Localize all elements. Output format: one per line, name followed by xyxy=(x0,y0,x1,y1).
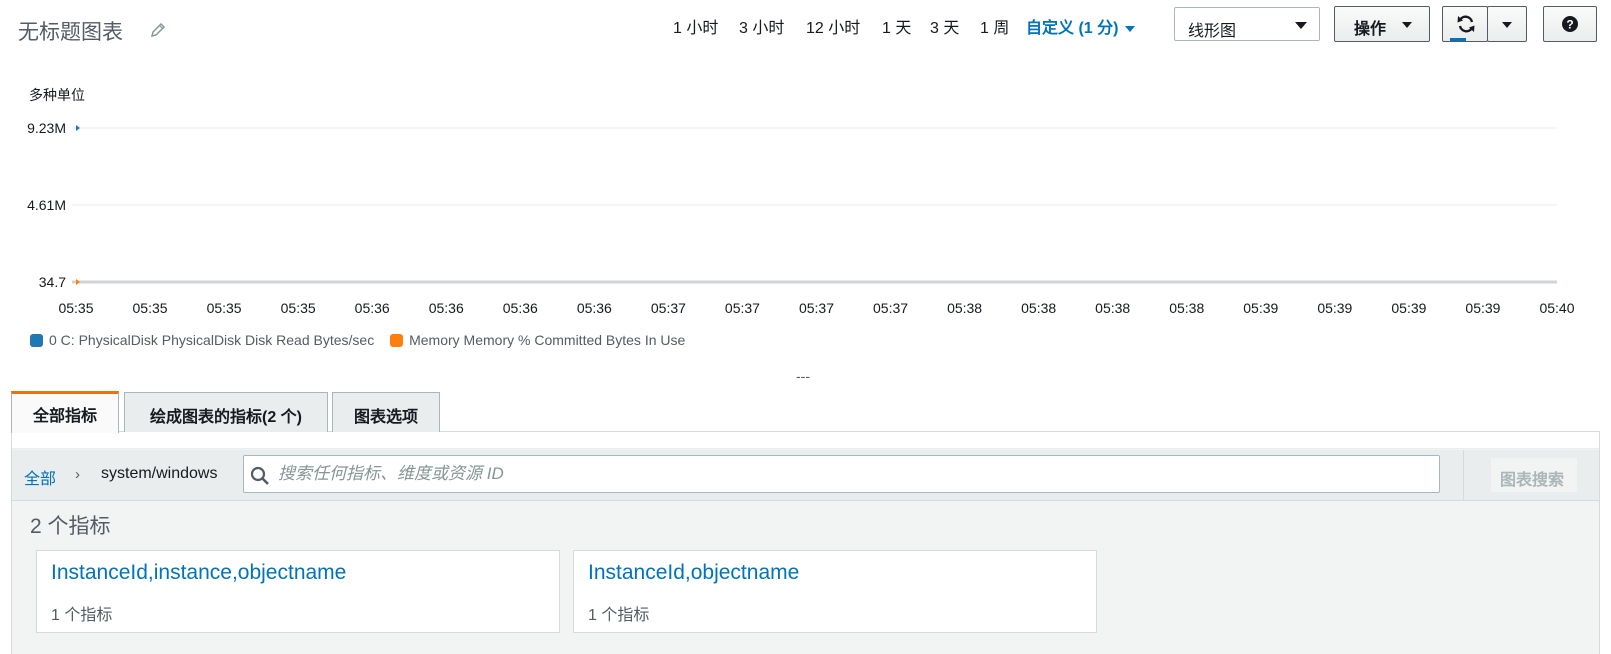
y-tick-label: 34.7 xyxy=(39,274,66,290)
card-metric-count: 1 个指标 xyxy=(588,607,650,624)
range-3-days[interactable]: 3 天 xyxy=(930,14,959,38)
dimension-card[interactable]: InstanceId,objectname 1 个指标 xyxy=(573,550,1097,633)
y-ticks: 9.23M 4.61M 34.7 xyxy=(27,120,66,290)
chart-title[interactable]: 无标题图表 xyxy=(18,16,123,46)
legend-item-disk[interactable]: 0 C: PhysicalDisk PhysicalDisk Disk Read… xyxy=(30,332,374,348)
pencil-icon[interactable] xyxy=(150,22,166,38)
series-point xyxy=(76,279,80,285)
help-icon: ? xyxy=(1562,16,1578,32)
y-tick-label: 9.23M xyxy=(27,120,66,136)
chart-type-select[interactable]: 线形图 xyxy=(1174,7,1320,41)
actions-button[interactable]: 操作 xyxy=(1334,6,1430,42)
x-tick-label: 05:37 xyxy=(725,300,760,316)
range-custom-label: 自定义 (1 分) xyxy=(1026,20,1119,37)
refresh-interval-dropdown[interactable] xyxy=(1487,6,1527,42)
tab-graphed-metrics[interactable]: 绘成图表的指标(2 个) xyxy=(124,392,328,432)
breadcrumb-separator: › xyxy=(75,466,80,483)
refresh-button[interactable] xyxy=(1442,6,1488,42)
panel-top-strip xyxy=(12,432,1599,449)
x-tick-label: 05:39 xyxy=(1243,300,1278,316)
card-title-link[interactable]: InstanceId,objectname xyxy=(588,561,799,585)
resize-handle[interactable]: --- xyxy=(796,368,810,384)
divider xyxy=(1463,450,1464,500)
range-1-day[interactable]: 1 天 xyxy=(882,14,911,38)
legend-label: 0 C: PhysicalDisk PhysicalDisk Disk Read… xyxy=(49,332,375,348)
search-icon xyxy=(250,466,269,485)
tab-all-metrics[interactable]: 全部指标 xyxy=(11,391,119,433)
series-point xyxy=(76,125,80,131)
x-tick-label: 05:38 xyxy=(1169,300,1204,316)
svg-text:?: ? xyxy=(1566,18,1573,32)
range-1-week[interactable]: 1 周 xyxy=(980,14,1009,38)
range-3-hours[interactable]: 3 小时 xyxy=(739,14,784,38)
chart-grid xyxy=(72,127,1557,284)
x-tick-label: 05:36 xyxy=(355,300,390,316)
range-12-hours[interactable]: 12 小时 xyxy=(806,14,860,38)
x-tick-label: 05:37 xyxy=(651,300,686,316)
legend-swatch xyxy=(390,334,404,347)
card-metric-count: 1 个指标 xyxy=(51,607,113,624)
x-tick-label: 05:38 xyxy=(1021,300,1056,316)
x-tick-label: 05:36 xyxy=(429,300,464,316)
dimension-card[interactable]: InstanceId,instance,objectname 1 个指标 xyxy=(36,550,560,633)
y-axis-label: 多种单位 xyxy=(29,87,85,103)
x-tick-label: 05:37 xyxy=(799,300,834,316)
caret-down-icon xyxy=(1402,22,1412,28)
legend-item-memory[interactable]: Memory Memory % Committed Bytes In Use xyxy=(390,332,685,348)
chart-type-value: 线形图 xyxy=(1188,23,1237,40)
tab-graph-options[interactable]: 图表选项 xyxy=(332,392,440,432)
graph-search-button[interactable]: 图表搜索 xyxy=(1490,457,1578,493)
x-tick-label: 05:40 xyxy=(1539,300,1574,316)
line-chart: 多种单位 9.23M4.61M34.7 05:35 05:35 05:35 05:35… xyxy=(27,87,1575,316)
caret-down-icon xyxy=(1502,22,1512,28)
x-tick-label: 05:37 xyxy=(873,300,908,316)
x-tick-label: 05:35 xyxy=(207,300,242,316)
refresh-progress-bar xyxy=(1450,38,1466,41)
x-tick-label: 05:39 xyxy=(1465,300,1500,316)
y-tick-label: 4.61M xyxy=(27,197,66,213)
caret-down-icon xyxy=(1125,25,1136,32)
range-custom-dropdown[interactable]: 自定义 (1 分) xyxy=(1026,14,1136,38)
x-tick-label: 05:35 xyxy=(133,300,168,316)
metric-count-heading: 2 个指标 xyxy=(30,515,111,538)
x-tick-label: 05:38 xyxy=(1095,300,1130,316)
card-title-link[interactable]: InstanceId,instance,objectname xyxy=(51,561,346,585)
x-ticks: 05:35 05:35 05:35 05:35 05:36 05:36 05:36 05:36… xyxy=(58,300,1574,316)
help-button[interactable]: ? xyxy=(1543,6,1597,42)
x-tick-label: 05:39 xyxy=(1391,300,1426,316)
range-1-hour[interactable]: 1 小时 xyxy=(673,14,718,38)
chart-legend: 0 C: PhysicalDisk PhysicalDisk Disk Read… xyxy=(30,332,697,348)
legend-swatch xyxy=(30,334,43,347)
breadcrumb-root[interactable]: 全部 xyxy=(24,465,56,489)
search-input[interactable] xyxy=(278,458,1428,490)
x-tick-label: 05:36 xyxy=(577,300,612,316)
actions-label: 操作 xyxy=(1354,21,1387,38)
x-tick-label: 05:35 xyxy=(281,300,316,316)
caret-down-icon xyxy=(1295,22,1307,29)
x-tick-label: 05:35 xyxy=(58,300,93,316)
legend-label: Memory Memory % Committed Bytes In Use xyxy=(409,332,686,348)
x-tick-label: 05:38 xyxy=(947,300,982,316)
breadcrumb-namespace: system/windows xyxy=(101,465,218,482)
refresh-icon xyxy=(1457,15,1475,33)
x-tick-label: 05:36 xyxy=(503,300,538,316)
x-tick-label: 05:39 xyxy=(1317,300,1352,316)
